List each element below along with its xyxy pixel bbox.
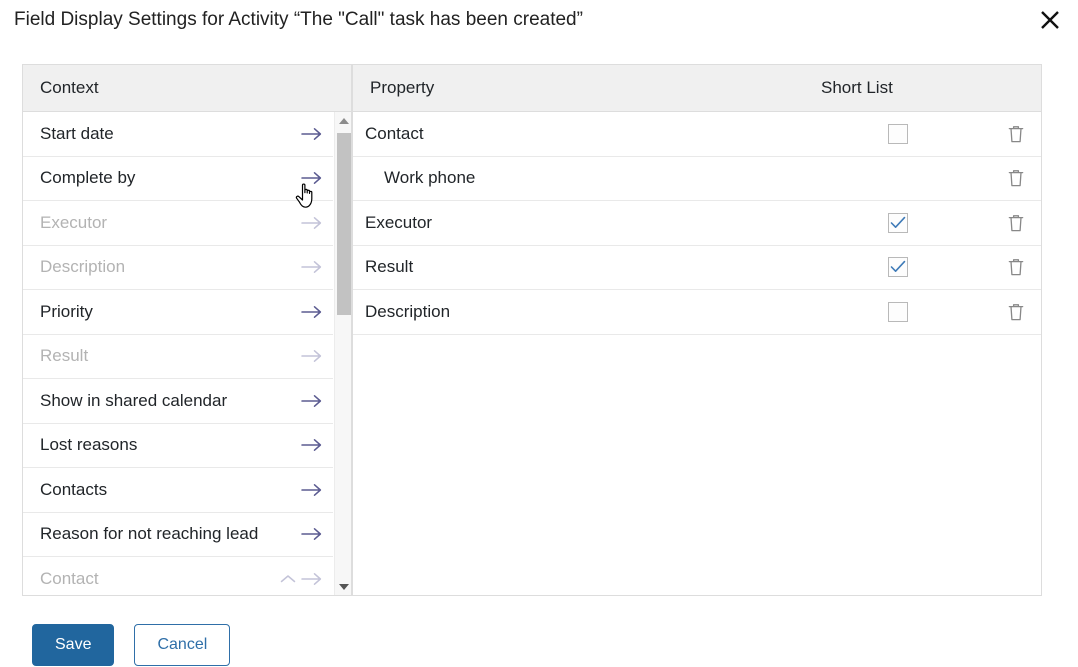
- short-list-checkbox[interactable]: [888, 212, 908, 233]
- arrow-right-icon[interactable]: [299, 483, 325, 497]
- short-list-checkbox[interactable]: [888, 301, 908, 322]
- context-panel: Context Start date Complete by Executor Des…: [22, 64, 352, 596]
- settings-panels: Context Start date Complete by Executor Des…: [22, 64, 1042, 596]
- arrow-right-icon: [299, 572, 325, 586]
- context-list-item[interactable]: Start date: [23, 112, 333, 157]
- arrow-right-icon[interactable]: [299, 305, 325, 319]
- short-list-checkbox[interactable]: [888, 123, 908, 144]
- property-list: Contact Work phone Executor Result Descripti…: [353, 112, 1041, 595]
- context-header-label: Context: [40, 78, 99, 97]
- context-list-item: Description: [23, 245, 333, 290]
- context-list-item[interactable]: Contacts: [23, 468, 333, 513]
- property-row-label: Executor: [365, 212, 433, 232]
- context-item-label: Executor: [40, 212, 108, 232]
- arrow-right-icon[interactable]: [299, 127, 325, 141]
- context-list-item[interactable]: Complete by: [23, 156, 333, 201]
- context-item-label: Contact: [40, 568, 99, 588]
- context-item-label: Show in shared calendar: [40, 390, 228, 410]
- context-list-item: Executor: [23, 201, 333, 246]
- property-panel-header: Property Short List: [353, 65, 1041, 112]
- context-item-label: Result: [40, 346, 89, 366]
- trash-icon[interactable]: [1005, 301, 1027, 323]
- property-row: Result: [353, 246, 1041, 290]
- page-title: Field Display Settings for Activity “The…: [14, 9, 583, 30]
- property-panel: Property Short List Contact Work phone Exe…: [352, 64, 1042, 596]
- context-list-item[interactable]: Priority: [23, 290, 333, 335]
- context-item-label: Start date: [40, 123, 114, 143]
- dialog-footer: Save Cancel: [32, 624, 231, 666]
- cancel-button[interactable]: Cancel: [134, 624, 231, 666]
- context-scroll-area: Start date Complete by Executor Description…: [23, 112, 351, 595]
- scrollbar-up-button[interactable]: [335, 112, 351, 130]
- context-item-label: Reason for not reaching lead: [40, 524, 259, 544]
- arrow-right-icon: [299, 260, 325, 274]
- short-list-header-label: Short List: [821, 78, 893, 97]
- arrow-right-icon[interactable]: [299, 394, 325, 408]
- save-button[interactable]: Save: [32, 624, 115, 666]
- context-item-label: Description: [40, 257, 126, 277]
- context-list-item: Result: [23, 334, 333, 379]
- triangle-up-icon: [339, 118, 349, 124]
- arrow-right-icon[interactable]: [299, 527, 325, 541]
- context-list-item[interactable]: Reason for not reaching lead: [23, 512, 333, 557]
- context-item-label: Complete by: [40, 168, 136, 188]
- close-icon: [1039, 9, 1061, 31]
- context-item-label: Lost reasons: [40, 435, 138, 455]
- context-panel-header: Context: [23, 65, 351, 112]
- property-header-label: Property: [370, 78, 435, 97]
- arrow-right-icon: [299, 216, 325, 230]
- context-list-item[interactable]: Show in shared calendar: [23, 379, 333, 424]
- scrollbar-thumb[interactable]: [337, 133, 351, 315]
- context-item-label: Contacts: [40, 479, 108, 499]
- context-list: Start date Complete by Executor Description…: [23, 112, 333, 595]
- trash-icon[interactable]: [1005, 212, 1027, 234]
- property-row-label: Result: [365, 257, 414, 277]
- property-row-label: Work phone: [384, 168, 476, 188]
- chevron-up-icon[interactable]: [277, 574, 299, 584]
- trash-icon[interactable]: [1005, 167, 1027, 189]
- short-list-checkbox[interactable]: [888, 257, 908, 278]
- context-item-label: Priority: [40, 301, 93, 321]
- property-row: Contact: [353, 112, 1041, 157]
- context-list-item[interactable]: Lost reasons: [23, 423, 333, 468]
- context-scrollbar[interactable]: [334, 112, 351, 595]
- arrow-right-icon[interactable]: [299, 438, 325, 452]
- property-row: Executor: [353, 201, 1041, 246]
- trash-icon[interactable]: [1005, 123, 1027, 145]
- scrollbar-down-button[interactable]: [335, 578, 351, 595]
- trash-icon[interactable]: [1005, 256, 1027, 278]
- property-row: Work phone: [353, 157, 1041, 201]
- close-button[interactable]: [1036, 6, 1064, 34]
- property-row: Description: [353, 290, 1041, 335]
- property-row-label: Contact: [365, 123, 424, 143]
- arrow-right-icon: [299, 349, 325, 363]
- triangle-down-icon: [339, 584, 349, 590]
- property-row-label: Description: [365, 301, 451, 321]
- context-list-item: Contact: [23, 557, 333, 595]
- arrow-right-icon[interactable]: [299, 171, 325, 185]
